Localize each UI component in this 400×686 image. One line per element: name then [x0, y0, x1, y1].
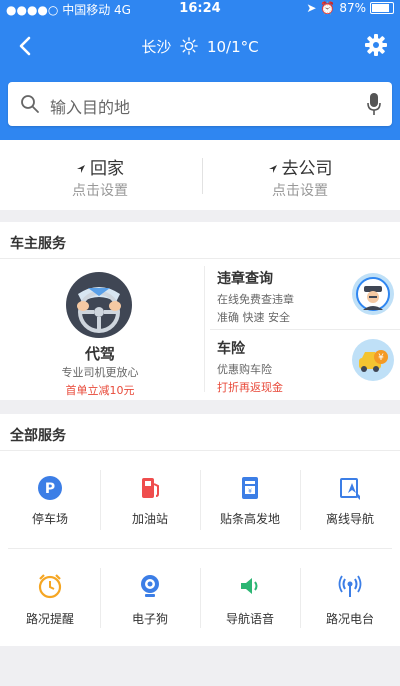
- gear-icon[interactable]: [364, 33, 388, 57]
- header: 长沙 10/1°C: [0, 24, 400, 68]
- temperature-label: 10/1°C: [206, 38, 259, 56]
- navigation-arrow-icon: [268, 165, 277, 173]
- search-icon: [21, 95, 39, 113]
- location-arrow-icon: ➤: [306, 1, 317, 15]
- service-traffic-radio[interactable]: 路况电台: [300, 564, 400, 634]
- service-label: 加油站: [131, 512, 168, 526]
- sun-icon: [180, 37, 198, 55]
- insurance-title: 车险: [217, 341, 245, 357]
- weather-info[interactable]: 长沙 10/1°C: [0, 36, 400, 57]
- service-nav-voice[interactable]: 导航语音: [200, 564, 300, 634]
- service-label: 电子狗: [131, 612, 168, 626]
- battery-percent: 87%: [339, 1, 366, 15]
- search-bar[interactable]: 输入目的地: [8, 82, 392, 126]
- company-button[interactable]: 去公司 点击设置: [200, 140, 400, 210]
- divider: [0, 450, 400, 451]
- alarm-clock-icon: [38, 574, 62, 599]
- service-ticket-hotspot[interactable]: ¥ 贴条高发地: [200, 464, 300, 534]
- service-gas-station[interactable]: 加油站: [100, 464, 200, 534]
- service-parking[interactable]: P 停车场: [0, 464, 100, 534]
- designated-driver-subtitle: 专业司机更放心: [61, 366, 139, 379]
- parking-icon: P: [38, 476, 62, 500]
- owner-services-card: 车主服务 代驾 专业司机更放心 首单立减10元 违章查询 在线免费查违章 准确 …: [0, 222, 400, 400]
- city-label: 长沙: [141, 38, 172, 56]
- designated-driver-service[interactable]: 代驾 专业司机更放心 首单立减10元: [0, 258, 204, 400]
- alarm-icon: ⏰: [320, 1, 336, 15]
- insurance-promo: 打折再返现金: [217, 381, 283, 394]
- status-right: ➤ ⏰ 87%: [306, 1, 394, 15]
- car-insurance-icon: ¥: [352, 339, 394, 381]
- quick-actions: 回家 点击设置 去公司 点击设置: [0, 140, 400, 210]
- microphone-icon[interactable]: [366, 92, 382, 116]
- service-label: 停车场: [31, 512, 68, 526]
- service-label: 路况电台: [325, 612, 374, 626]
- service-label: 离线导航: [325, 512, 374, 526]
- steering-wheel-icon: [66, 272, 132, 338]
- ticket-hotspot-icon: ¥: [242, 477, 258, 499]
- svg-text:¥: ¥: [378, 353, 384, 363]
- service-traffic-alert[interactable]: 路况提醒: [0, 564, 100, 634]
- designated-driver-title: 代驾: [84, 345, 115, 363]
- svg-text:¥: ¥: [248, 488, 252, 495]
- violation-query-service[interactable]: 违章查询 在线免费查违章 准确 快速 安全: [205, 258, 400, 329]
- designated-driver-promo: 首单立减10元: [65, 384, 135, 397]
- owner-services-title: 车主服务: [10, 236, 66, 252]
- violation-title: 违章查询: [217, 271, 273, 287]
- home-label: 回家: [90, 159, 124, 179]
- service-label: 导航语音: [225, 612, 274, 626]
- home-subtitle: 点击设置: [72, 183, 128, 199]
- company-title: 去公司: [200, 154, 400, 179]
- service-label: 路况提醒: [25, 612, 74, 626]
- home-button[interactable]: 回家 点击设置: [0, 140, 200, 210]
- gas-station-icon: [142, 478, 159, 498]
- car-insurance-service[interactable]: 车险 优惠购车险 打折再返现金 ¥: [205, 330, 400, 400]
- navigation-arrow-icon: [77, 165, 85, 173]
- company-subtitle: 点击设置: [272, 183, 328, 199]
- svg-text:P: P: [45, 481, 55, 497]
- insurance-desc: 优惠购车险: [217, 363, 272, 376]
- all-services-title: 全部服务: [10, 428, 66, 444]
- all-services-card: 全部服务 P 停车场 加油站 ¥ 贴条高发地 离线导航 路况提醒 电子狗 导航语…: [0, 414, 400, 646]
- divider: [8, 548, 392, 549]
- violation-features: 准确 快速 安全: [217, 311, 290, 324]
- radio-antenna-icon: [338, 575, 362, 597]
- battery-icon: [370, 2, 394, 14]
- camera-icon: [141, 575, 159, 597]
- status-bar: ●●●●○ 中国移动 4G 16:24 ➤ ⏰ 87%: [0, 0, 400, 18]
- service-offline-nav[interactable]: 离线导航: [300, 464, 400, 534]
- home-title: 回家: [0, 154, 200, 179]
- company-label: 去公司: [281, 159, 333, 179]
- service-speed-camera[interactable]: 电子狗: [100, 564, 200, 634]
- offline-nav-icon: [340, 478, 360, 500]
- speaker-icon: [241, 578, 258, 594]
- service-label: 贴条高发地: [219, 512, 280, 526]
- search-input[interactable]: 输入目的地: [50, 94, 130, 118]
- traffic-police-icon: [352, 273, 394, 315]
- violation-desc: 在线免费查违章: [217, 293, 294, 306]
